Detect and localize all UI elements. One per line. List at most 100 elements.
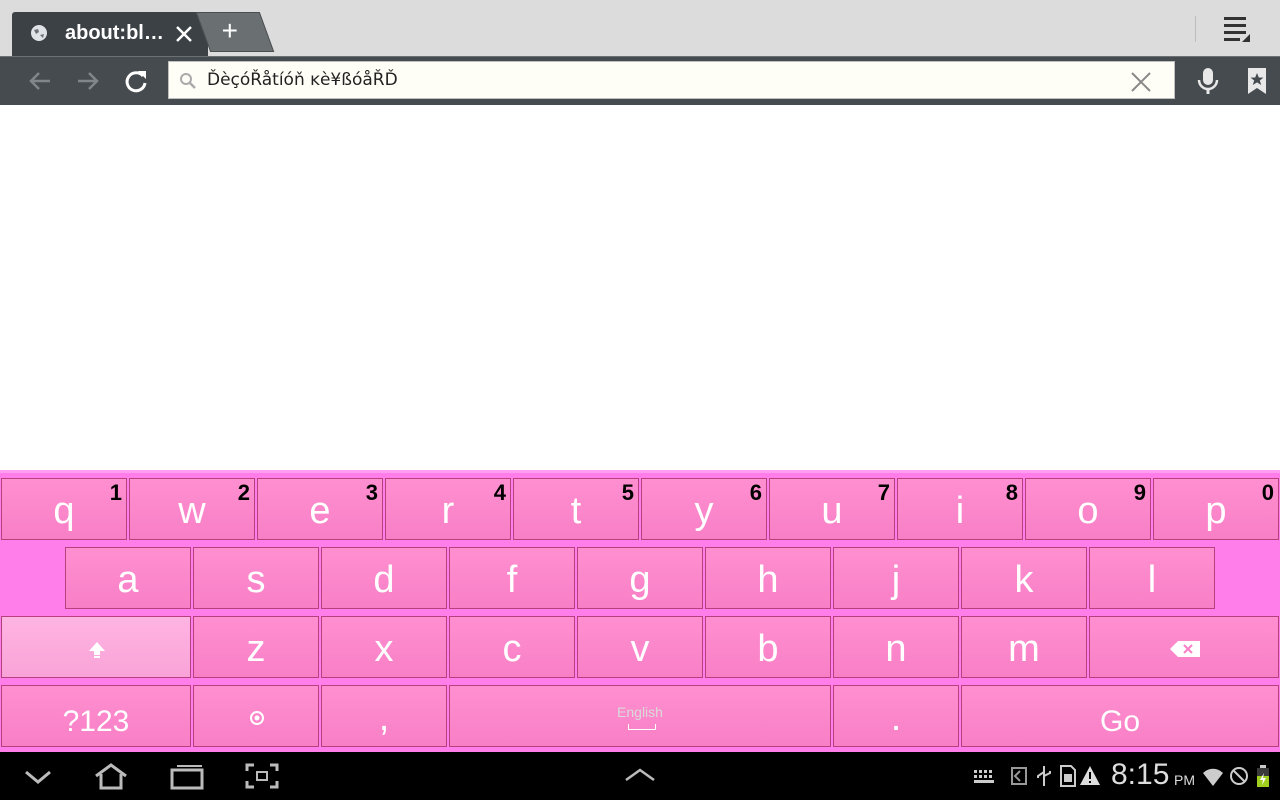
close-icon[interactable] xyxy=(172,22,196,46)
new-tab-button[interactable]: + xyxy=(195,12,275,52)
key-label: i xyxy=(955,490,965,532)
key-i[interactable]: 8i xyxy=(897,478,1023,540)
menu-icon[interactable] xyxy=(1220,14,1256,44)
mic-icon[interactable] xyxy=(1194,67,1222,95)
key-label: j xyxy=(891,559,901,601)
space-key[interactable]: English xyxy=(449,685,831,747)
clock-time: 8:15 xyxy=(1111,758,1170,791)
clock-ampm: PM xyxy=(1174,772,1195,788)
key-j[interactable]: j xyxy=(833,547,959,609)
key-c[interactable]: c xyxy=(449,616,575,678)
key-g[interactable]: g xyxy=(577,547,703,609)
key-x[interactable]: x xyxy=(321,616,447,678)
download-icon xyxy=(1011,767,1027,785)
key-label: o xyxy=(1077,490,1099,532)
home-icon[interactable] xyxy=(93,762,129,790)
shift-key[interactable] xyxy=(1,616,191,678)
globe-icon xyxy=(31,25,47,41)
key-label: k xyxy=(1014,559,1034,601)
battery-icon xyxy=(1257,765,1269,787)
up-arrow-icon[interactable] xyxy=(622,762,658,790)
screenshot-icon[interactable] xyxy=(244,762,280,790)
key-label: y xyxy=(694,490,714,532)
key-label: w xyxy=(178,490,206,532)
shift-icon xyxy=(89,642,105,658)
key-u[interactable]: 7u xyxy=(769,478,895,540)
go-key[interactable]: Go xyxy=(961,685,1279,747)
key-k[interactable]: k xyxy=(961,547,1087,609)
key-label: v xyxy=(630,628,650,670)
wifi-icon xyxy=(1203,768,1223,786)
settings-key[interactable] xyxy=(193,685,319,747)
url-text[interactable]: ĎèçóŘåtíóň ĸè¥ßóåŘĎ xyxy=(207,70,398,90)
key-z[interactable]: z xyxy=(193,616,319,678)
space-indicator xyxy=(628,724,656,730)
key-label: x xyxy=(374,628,394,670)
keyboard-icon xyxy=(974,770,994,783)
tab-strip: about:bl… + xyxy=(0,0,1280,56)
forward-icon[interactable] xyxy=(74,67,102,95)
backspace-icon xyxy=(1170,641,1200,657)
key-f[interactable]: f xyxy=(449,547,575,609)
no-signal-icon xyxy=(1230,767,1248,785)
key-label: f xyxy=(506,559,518,601)
key-o[interactable]: 9o xyxy=(1025,478,1151,540)
key-label: r xyxy=(441,490,455,532)
key-r[interactable]: 4r xyxy=(385,478,511,540)
recent-apps-icon[interactable] xyxy=(169,762,205,790)
divider xyxy=(1195,16,1196,42)
key-w[interactable]: 2w xyxy=(129,478,255,540)
key-e[interactable]: 3e xyxy=(257,478,383,540)
key-label: z xyxy=(246,628,266,670)
back-icon[interactable] xyxy=(26,67,54,95)
key-d[interactable]: d xyxy=(321,547,447,609)
warning-icon xyxy=(1080,766,1100,785)
key-label: p xyxy=(1205,490,1227,532)
key-n[interactable]: n xyxy=(833,616,959,678)
new-tab-label: + xyxy=(221,15,238,46)
period-key[interactable]: . xyxy=(833,685,959,747)
settings-icon xyxy=(250,711,264,725)
url-bar[interactable]: ĎèçóŘåtíóň ĸè¥ßóåŘĎ xyxy=(168,61,1175,99)
usb-icon xyxy=(1037,766,1051,786)
key-l[interactable]: l xyxy=(1089,547,1215,609)
key-label: c xyxy=(502,628,522,670)
onscreen-keyboard: 1q 2w 3e 4r 5t 6y 7u 8i 9o 0p a s d f g … xyxy=(0,470,1280,752)
key-label: n xyxy=(885,628,907,670)
key-label: u xyxy=(821,490,843,532)
key-t[interactable]: 5t xyxy=(513,478,639,540)
language-label: English xyxy=(617,704,663,720)
reload-icon[interactable] xyxy=(122,67,150,95)
key-q[interactable]: 1q xyxy=(1,478,127,540)
key-p[interactable]: 0p xyxy=(1153,478,1279,540)
key-label: b xyxy=(757,628,779,670)
go-label: Go xyxy=(1099,705,1141,738)
bookmark-icon[interactable] xyxy=(1243,67,1271,95)
clear-icon[interactable] xyxy=(1129,70,1153,94)
browser-tab[interactable]: about:bl… xyxy=(12,12,208,56)
key-v[interactable]: v xyxy=(577,616,703,678)
tab-title: about:bl… xyxy=(65,22,164,44)
symbols-key[interactable]: ?123 xyxy=(1,685,191,747)
nav-down-icon[interactable] xyxy=(20,762,56,790)
search-icon xyxy=(180,73,196,89)
key-label: s xyxy=(246,559,266,601)
system-nav-bar xyxy=(0,752,1280,800)
key-label: , xyxy=(378,697,390,739)
key-y[interactable]: 6y xyxy=(641,478,767,540)
key-m[interactable]: m xyxy=(961,616,1087,678)
key-label: d xyxy=(373,559,395,601)
key-b[interactable]: b xyxy=(705,616,831,678)
key-s[interactable]: s xyxy=(193,547,319,609)
sd-card-icon xyxy=(1060,765,1076,787)
comma-key[interactable]: , xyxy=(321,685,447,747)
key-h[interactable]: h xyxy=(705,547,831,609)
key-label: a xyxy=(117,559,139,601)
key-label: q xyxy=(53,490,75,532)
key-a[interactable]: a xyxy=(65,547,191,609)
symbols-label: ?123 xyxy=(62,705,130,738)
key-label: e xyxy=(309,490,331,532)
key-label: g xyxy=(629,559,651,601)
key-label: l xyxy=(1147,559,1157,601)
backspace-key[interactable] xyxy=(1089,616,1279,678)
